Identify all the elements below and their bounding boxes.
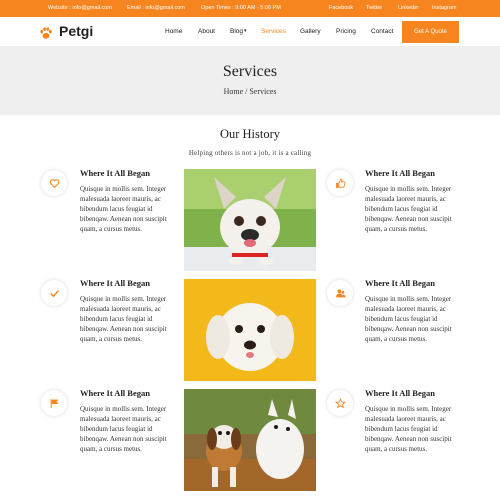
feature-title: Where It All Began (80, 388, 150, 398)
main-nav: Petgi Home About Blog ▾ Services Gallery… (0, 17, 500, 47)
social-link-twitter[interactable]: Twitter (366, 5, 382, 11)
social-link-facebook[interactable]: Facebook (329, 5, 353, 11)
heart-icon (41, 170, 67, 196)
star-icon (327, 390, 353, 416)
feature-text: Quisque in mollis sem. Integer malesuada… (365, 405, 452, 453)
nav-item-home[interactable]: Home (165, 28, 182, 35)
feature-text: Quisque in mollis sem. Integer malesuada… (365, 185, 452, 233)
nav-item-blog[interactable]: Blog (230, 28, 243, 35)
breadcrumb: Home / Services (223, 87, 277, 96)
social-link-linkedin[interactable]: Linkedin (398, 5, 419, 11)
feature-text: Quisque in mollis sem. Integer malesuada… (80, 185, 167, 233)
feature-title: Where It All Began (365, 278, 435, 288)
nav-item-pricing[interactable]: Pricing (336, 28, 356, 35)
nav-item-contact[interactable]: Contact (371, 28, 393, 35)
page-title: Services (222, 63, 278, 80)
nav-item-gallery[interactable]: Gallery (300, 28, 321, 35)
thumbs-up-icon (327, 170, 353, 196)
section-title: Our History (219, 127, 281, 141)
white-poodle-photo (184, 279, 316, 381)
topbar-website[interactable]: Website : info@gmail.com (48, 5, 112, 11)
check-icon (41, 280, 67, 306)
nav-item-services[interactable]: Services (261, 28, 286, 35)
topbar-hours: Open Times : 9:00 AM - 5:00 PM (201, 5, 281, 11)
beagle-and-terrier-photo (184, 389, 316, 491)
french-bulldog-photo (184, 169, 316, 271)
social-link-instagram[interactable]: Instagram (432, 5, 456, 11)
users-icon (327, 280, 353, 306)
brand-logo[interactable]: Petgi (59, 23, 93, 39)
flag-icon (41, 390, 67, 416)
chevron-down-icon[interactable]: ▾ (244, 28, 247, 34)
feature-text: Quisque in mollis sem. Integer malesuada… (80, 295, 167, 343)
feature-title: Where It All Began (80, 168, 150, 178)
get-a-quote-button[interactable]: Get A Quote (402, 21, 459, 43)
feature-title: Where It All Began (365, 388, 435, 398)
feature-text: Quisque in mollis sem. Integer malesuada… (365, 295, 452, 343)
top-bar: Website : info@gmail.com Email : info@gm… (0, 0, 500, 17)
section-subtitle: Helping others is not a job, it is a cal… (188, 149, 312, 157)
feature-title: Where It All Began (365, 168, 435, 178)
feature-text: Quisque in mollis sem. Integer malesuada… (80, 405, 167, 453)
paw-icon[interactable] (39, 26, 53, 40)
page-banner: Services Home / Services (0, 47, 500, 115)
nav-item-about[interactable]: About (198, 28, 215, 35)
topbar-email[interactable]: Email : info@gmail.com (127, 5, 185, 11)
feature-title: Where It All Began (80, 278, 150, 288)
